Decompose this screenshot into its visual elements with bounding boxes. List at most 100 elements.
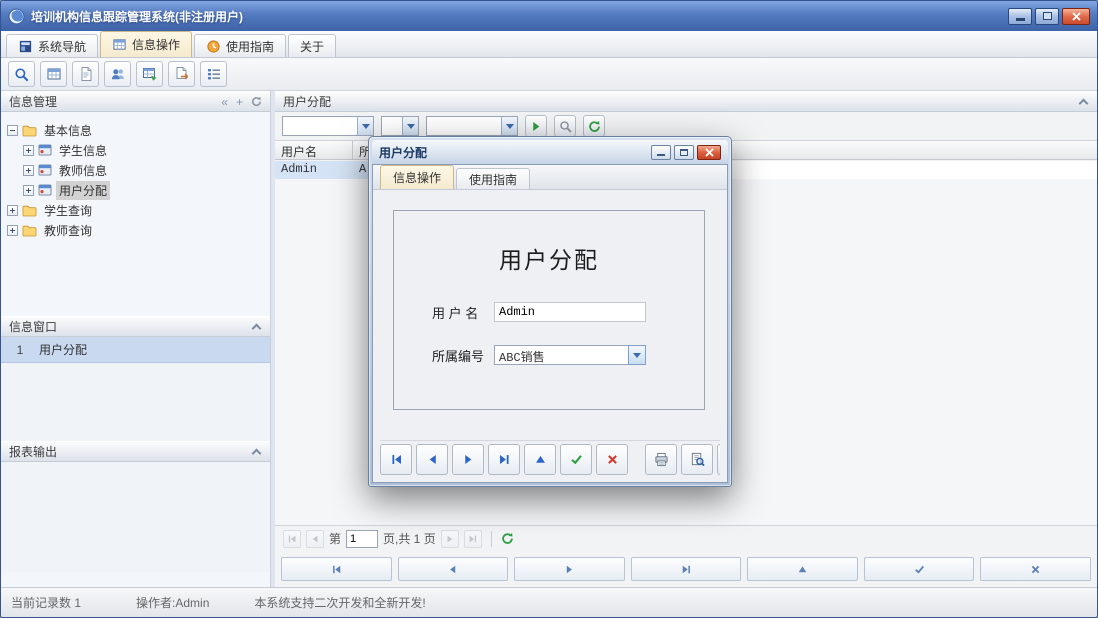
refresh-grid-button[interactable]: [583, 115, 605, 137]
nav-up-button[interactable]: [747, 557, 858, 581]
dropdown-button[interactable]: [402, 117, 418, 135]
next-record-button[interactable]: [452, 444, 484, 475]
export-button[interactable]: [168, 61, 195, 87]
maximize-icon: [680, 148, 688, 156]
nav-last-button[interactable]: [630, 557, 742, 581]
tree-node-label[interactable]: 基本信息: [41, 121, 95, 140]
cancel-button[interactable]: [980, 557, 1092, 581]
info-management-header: 信息管理 « +: [1, 91, 270, 112]
info-tree: 基本信息 学生信息 教师信息 用户分配 学生查询 教师查询: [1, 112, 270, 316]
run-filter-button[interactable]: [525, 115, 547, 137]
prev-record-button[interactable]: [416, 444, 448, 475]
collapse-panel-icon[interactable]: [251, 323, 262, 333]
next-page-button[interactable]: [440, 529, 459, 548]
users-button[interactable]: [104, 61, 131, 87]
minimize-button[interactable]: [1008, 7, 1032, 25]
grid-view-button[interactable]: [40, 61, 67, 87]
last-page-button[interactable]: [463, 529, 482, 548]
dept-label: 所属编号: [432, 348, 485, 364]
dialog-tab-user-guide[interactable]: 使用指南: [456, 168, 531, 189]
nav-first-button[interactable]: [281, 557, 392, 581]
add-record-button[interactable]: [524, 444, 556, 475]
dialog-tab-info-operations[interactable]: 信息操作: [380, 165, 455, 189]
tree-node-label[interactable]: 用户分配: [56, 180, 111, 200]
titlebar: 培训机构信息跟踪管理系统(非注册用户): [1, 1, 1097, 31]
tree-node-teacher-query[interactable]: 教师查询: [7, 220, 264, 240]
expand-expander-icon[interactable]: [23, 144, 34, 156]
delete-record-button[interactable]: [596, 444, 628, 475]
panel-title: 信息管理: [9, 95, 58, 109]
more-button[interactable]: [717, 444, 720, 475]
tab-user-guide[interactable]: 使用指南: [194, 34, 287, 57]
restore-button[interactable]: [1035, 7, 1059, 25]
print-preview-button[interactable]: [681, 444, 713, 475]
info-window-header: 信息窗口: [1, 316, 270, 337]
refresh-icon[interactable]: [251, 96, 262, 107]
tree-node-student-query[interactable]: 学生查询: [7, 200, 264, 220]
dialog-minimize-button[interactable]: [651, 144, 671, 160]
expand-expander-icon[interactable]: [7, 204, 18, 216]
nav-prev-button[interactable]: [397, 557, 509, 581]
form-box: 用户分配 用 户 名 所属编号 ABC销售: [393, 210, 705, 410]
tree-node-label[interactable]: 学生查询: [41, 201, 95, 220]
nav-next-button[interactable]: [514, 557, 625, 581]
refresh-page-button[interactable]: [501, 532, 514, 545]
list-button[interactable]: [200, 61, 227, 87]
first-page-button[interactable]: [283, 529, 301, 548]
expand-expander-icon[interactable]: [23, 164, 34, 176]
collapse-main-panel-icon[interactable]: [1078, 98, 1089, 108]
dropdown-button[interactable]: [501, 117, 517, 135]
last-record-icon: [498, 453, 511, 466]
up-icon: [534, 453, 547, 466]
dept-combo[interactable]: ABC销售: [494, 345, 646, 365]
preview-icon: [690, 452, 705, 467]
filter-settings-button[interactable]: [554, 115, 576, 137]
collapse-expander-icon[interactable]: [7, 124, 18, 136]
operator-status: 操作者:Admin: [136, 596, 210, 610]
new-document-button[interactable]: [72, 61, 99, 87]
column-header-username[interactable]: 用户名: [275, 141, 353, 159]
last-record-button[interactable]: [488, 444, 520, 475]
export-icon: [176, 67, 188, 80]
info-window-item[interactable]: 1 用户分配: [1, 337, 270, 363]
last-record-icon: [681, 564, 692, 575]
tab-about[interactable]: 关于: [288, 34, 337, 57]
page-number-input[interactable]: [346, 529, 379, 548]
dialog-toolbar: [380, 440, 720, 475]
tab-info-operations[interactable]: 信息操作: [100, 31, 193, 57]
tree-node-label[interactable]: 学生信息: [56, 141, 110, 160]
filter-value-combo[interactable]: [426, 116, 518, 136]
chevron-down-icon: [505, 123, 514, 129]
tree-node-teacher-info[interactable]: 教师信息: [7, 160, 264, 180]
tree-node-label[interactable]: 教师查询: [41, 221, 95, 240]
first-record-button[interactable]: [380, 444, 412, 475]
table-edit-button[interactable]: [136, 61, 163, 87]
confirm-button[interactable]: [863, 557, 975, 581]
tree-node-user-assignment[interactable]: 用户分配: [7, 180, 264, 200]
add-icon[interactable]: +: [236, 96, 243, 108]
print-button[interactable]: [645, 444, 677, 475]
tree-node-student-info[interactable]: 学生信息: [7, 140, 264, 160]
search-button[interactable]: [8, 61, 35, 87]
expand-expander-icon[interactable]: [23, 184, 34, 196]
expand-expander-icon[interactable]: [7, 224, 18, 236]
prev-page-button[interactable]: [306, 529, 324, 548]
collapse-sidebar-icon[interactable]: «: [221, 96, 228, 108]
save-record-button[interactable]: [560, 444, 592, 475]
dropdown-button[interactable]: [357, 117, 373, 135]
dialog-maximize-button[interactable]: [674, 144, 694, 160]
prev-record-icon: [447, 564, 458, 575]
filter-operator-combo[interactable]: [381, 116, 419, 136]
filter-field-combo[interactable]: [282, 116, 374, 136]
tree-node-basic-info[interactable]: 基本信息: [7, 120, 264, 140]
tab-system-navigation[interactable]: 系统导航: [6, 34, 99, 57]
dialog-close-button[interactable]: [697, 144, 721, 160]
dialog-titlebar[interactable]: 用户分配: [372, 140, 728, 164]
collapse-panel-icon[interactable]: [251, 448, 262, 458]
dropdown-button[interactable]: [628, 345, 646, 365]
tab-label: 使用指南: [469, 172, 518, 187]
close-button[interactable]: [1062, 7, 1090, 25]
up-icon: [797, 564, 808, 575]
username-input[interactable]: [494, 302, 646, 322]
tree-node-label[interactable]: 教师信息: [56, 161, 110, 180]
